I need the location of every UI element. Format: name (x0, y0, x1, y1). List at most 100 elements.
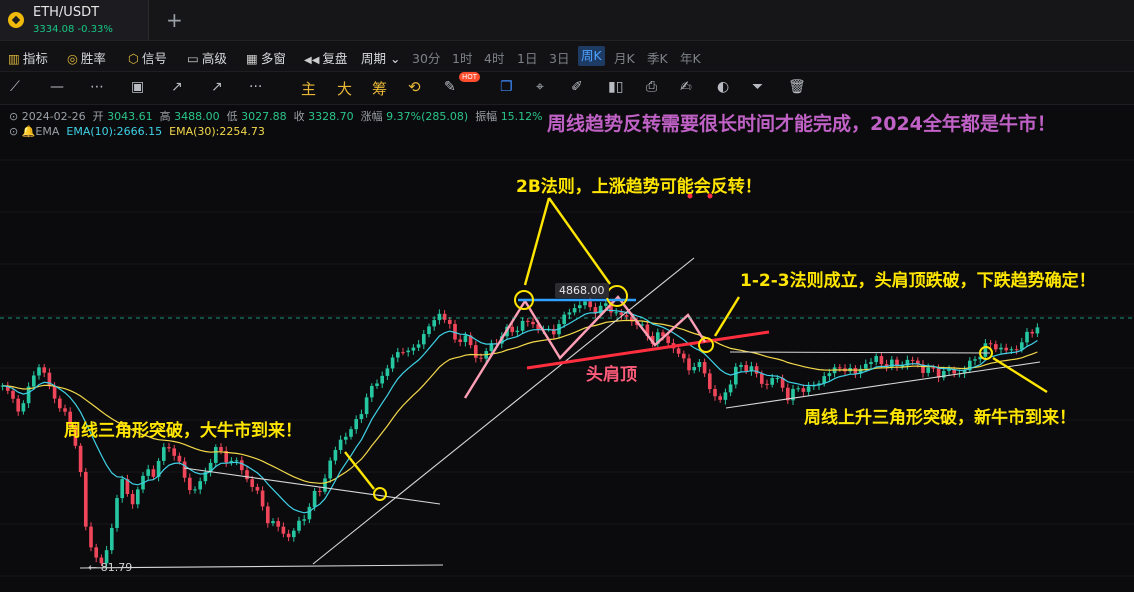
tf-3d[interactable]: 3日 (549, 48, 569, 67)
tf-4h[interactable]: 4时 (484, 48, 504, 67)
candle (733, 366, 738, 385)
candle (16, 398, 21, 412)
candle (338, 439, 343, 450)
candle (562, 314, 567, 325)
symbol-tab[interactable]: ETH/USDT 3334.08 -0.33% (0, 0, 149, 40)
period-dropdown[interactable]: 周期 ⌄ (361, 48, 400, 67)
candle (1030, 331, 1035, 334)
price-chart[interactable] (0, 140, 1134, 592)
rectangle-tool-icon[interactable]: ▣ (131, 79, 144, 95)
magnet-tool-icon[interactable]: ◐ (717, 79, 729, 95)
sync-tool-icon[interactable]: ⟲ (408, 78, 421, 96)
candle (151, 469, 156, 477)
candle (395, 352, 400, 358)
replay-button[interactable]: ◀◀ 复盘 (304, 48, 347, 67)
candle (323, 478, 327, 492)
candle (863, 363, 868, 369)
candle (676, 348, 681, 354)
candle (317, 490, 322, 492)
candle (260, 490, 265, 507)
tf-1mo[interactable]: 月K (614, 48, 635, 67)
indicator-icon: ▥ (8, 51, 20, 66)
parallel-channel-tool-icon[interactable]: ⋯ (90, 79, 104, 95)
tf-30m[interactable]: 30分 (412, 48, 440, 67)
candle (250, 479, 255, 487)
main-indicator-button[interactable]: 主 (301, 78, 316, 99)
candle (83, 472, 88, 527)
triangle1-upper-line (183, 467, 441, 505)
top-toolbar: ▥ 指标 ◎ 胜率 ⬡ 信号 ▭ 高级 ▦ 多窗 ◀◀ 复盘 周期 ⌄ 30分 1时 4时 … (0, 41, 1134, 72)
tf-1q[interactable]: 季K (647, 48, 668, 67)
candle (603, 303, 608, 306)
add-tab-icon[interactable]: + (166, 8, 183, 32)
candle-tool-icon[interactable]: ▮▯ (608, 79, 623, 95)
candle (239, 460, 244, 471)
ai-draw-tool-icon[interactable]: ✎ (444, 79, 456, 95)
triangle2-lower-line (725, 361, 1041, 409)
trendline-tool-icon[interactable]: ⟋ (10, 79, 20, 95)
candle (624, 315, 629, 317)
copy-tool-icon[interactable]: ❐ (500, 79, 513, 95)
filter-tool-icon[interactable]: ⏷ (752, 79, 763, 95)
candle (577, 305, 582, 309)
chip-button[interactable]: 筹 (372, 78, 387, 99)
candle (21, 403, 26, 412)
candle (380, 375, 385, 384)
drawing-toolbar: ⟋ — ⋯ ▣ ↗ ↗ ··· 主 大 筹 ⟲ ✎ HOT ❐ ⌖ ✐ ▮▯ ⎙… (0, 72, 1134, 105)
candle (759, 373, 764, 384)
candle (271, 521, 275, 524)
hot-badge: HOT (459, 72, 481, 82)
ema-toggle-icon[interactable]: ⊙ (9, 125, 18, 138)
candle (1014, 349, 1019, 351)
signal-button[interactable]: ⬡ 信号 (128, 48, 167, 67)
winrate-button[interactable]: ◎ 胜率 (67, 48, 106, 67)
arrow-tool-icon[interactable]: ↗ (211, 79, 223, 95)
candle (707, 373, 712, 390)
candle (874, 356, 879, 363)
horizontal-line-tool-icon[interactable]: — (50, 79, 64, 95)
candle (109, 527, 114, 551)
candle (94, 547, 99, 558)
multi-window-button[interactable]: ▦ 多窗 (246, 48, 286, 67)
candle (853, 368, 858, 374)
candle (801, 388, 806, 392)
candle (411, 347, 416, 351)
trash-icon[interactable]: 🗑 (788, 79, 806, 95)
tf-1w[interactable]: 周K (578, 46, 605, 66)
arrow-2b-right (548, 197, 611, 285)
candle (515, 330, 520, 333)
arrow-triangle1 (344, 451, 375, 490)
candle (442, 313, 447, 320)
candle (354, 419, 359, 430)
candle (234, 460, 239, 462)
indicators-button[interactable]: ▥ 指标 (8, 48, 48, 67)
note-tool-icon[interactable]: ✍ (680, 79, 692, 95)
advanced-button[interactable]: ▭ 高级 (187, 48, 227, 67)
candle (728, 384, 733, 393)
candle (432, 320, 437, 327)
candle (510, 326, 515, 333)
candle (879, 356, 884, 365)
tf-1y[interactable]: 年K (680, 48, 701, 67)
candle (281, 526, 286, 534)
winrate-icon: ◎ (67, 51, 78, 66)
brush-tool-icon[interactable]: ✐ (571, 79, 583, 95)
more-tools-icon[interactable]: ··· (249, 79, 262, 95)
candle (723, 392, 728, 400)
candle (692, 366, 697, 371)
measure-tool-icon[interactable]: ⌖ (536, 79, 544, 95)
candle (291, 530, 296, 538)
tf-1h[interactable]: 1时 (452, 48, 472, 67)
ray-tool-icon[interactable]: ↗ (171, 79, 183, 95)
tf-1d[interactable]: 1日 (517, 48, 537, 67)
screenshot-tool-icon[interactable]: ⎙ (646, 79, 657, 95)
candle (187, 477, 192, 491)
candle (520, 320, 525, 331)
candle (276, 521, 281, 527)
bell-icon[interactable]: 🔔 (22, 125, 36, 138)
candle (193, 489, 197, 491)
high-price-label: 4868.00 (555, 283, 609, 298)
big-order-button[interactable]: 大 (337, 78, 352, 99)
legend-toggle-icon[interactable]: ⊙ (9, 110, 18, 123)
annotation-123: 1-2-3法则成立，头肩顶跌破，下跌趋势确定！ (740, 271, 1096, 291)
